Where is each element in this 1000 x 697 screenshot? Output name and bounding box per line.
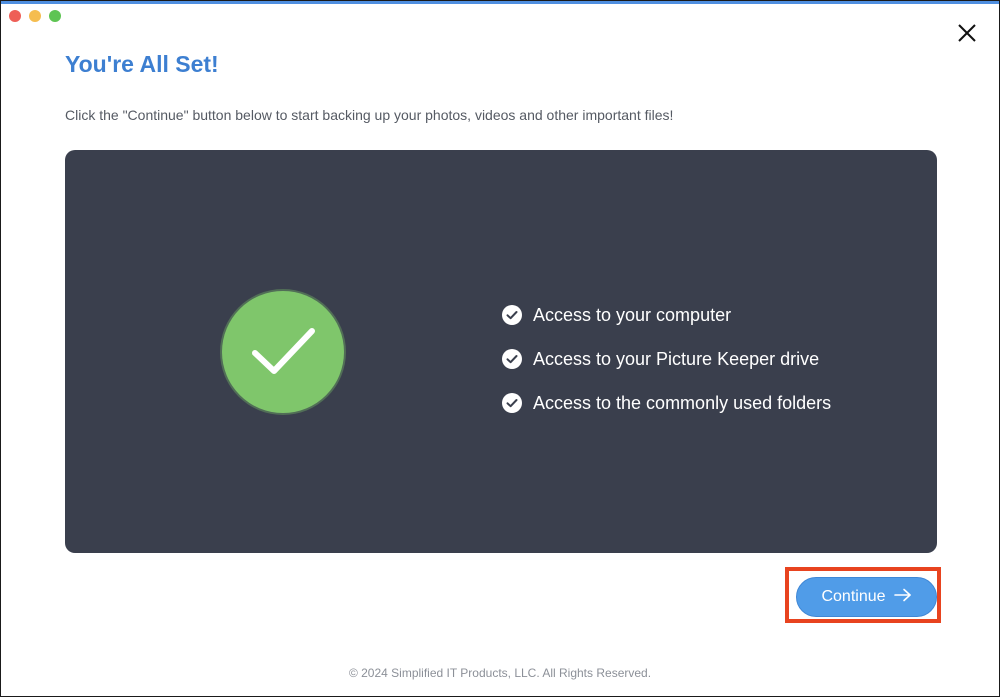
window-zoom-dot[interactable] [49,10,61,22]
checkmark-circle-icon [222,291,344,413]
check-circle-icon [502,393,522,413]
list-item-label: Access to your computer [533,304,732,325]
permission-list: Access to your computer Access to your P… [502,293,831,425]
list-item-label: Access to the commonly used folders [533,392,832,413]
window-close-dot[interactable] [9,10,21,22]
check-circle-icon [502,305,522,325]
page-subtitle: Click the "Continue" button below to sta… [65,107,674,123]
continue-button-label: Continue [821,588,886,605]
setup-window: You're All Set! Click the "Continue" but… [0,0,1000,697]
check-circle-icon [502,349,522,369]
list-item: Access to your computer [502,293,831,337]
arrow-right-icon [893,588,912,607]
page-title: You're All Set! [65,51,219,77]
continue-button[interactable]: Continue [796,577,937,617]
close-icon[interactable] [955,21,979,45]
window-minimize-dot[interactable] [29,10,41,22]
window-top-accent [1,1,999,4]
copyright-footer: © 2024 Simplified IT Products, LLC. All … [348,666,652,680]
status-panel: Access to your computer Access to your P… [65,150,937,553]
list-item: Access to the commonly used folders [502,381,831,425]
window-controls [9,10,61,22]
list-item-label: Access to your Picture Keeper drive [533,348,820,369]
list-item: Access to your Picture Keeper drive [502,337,831,381]
